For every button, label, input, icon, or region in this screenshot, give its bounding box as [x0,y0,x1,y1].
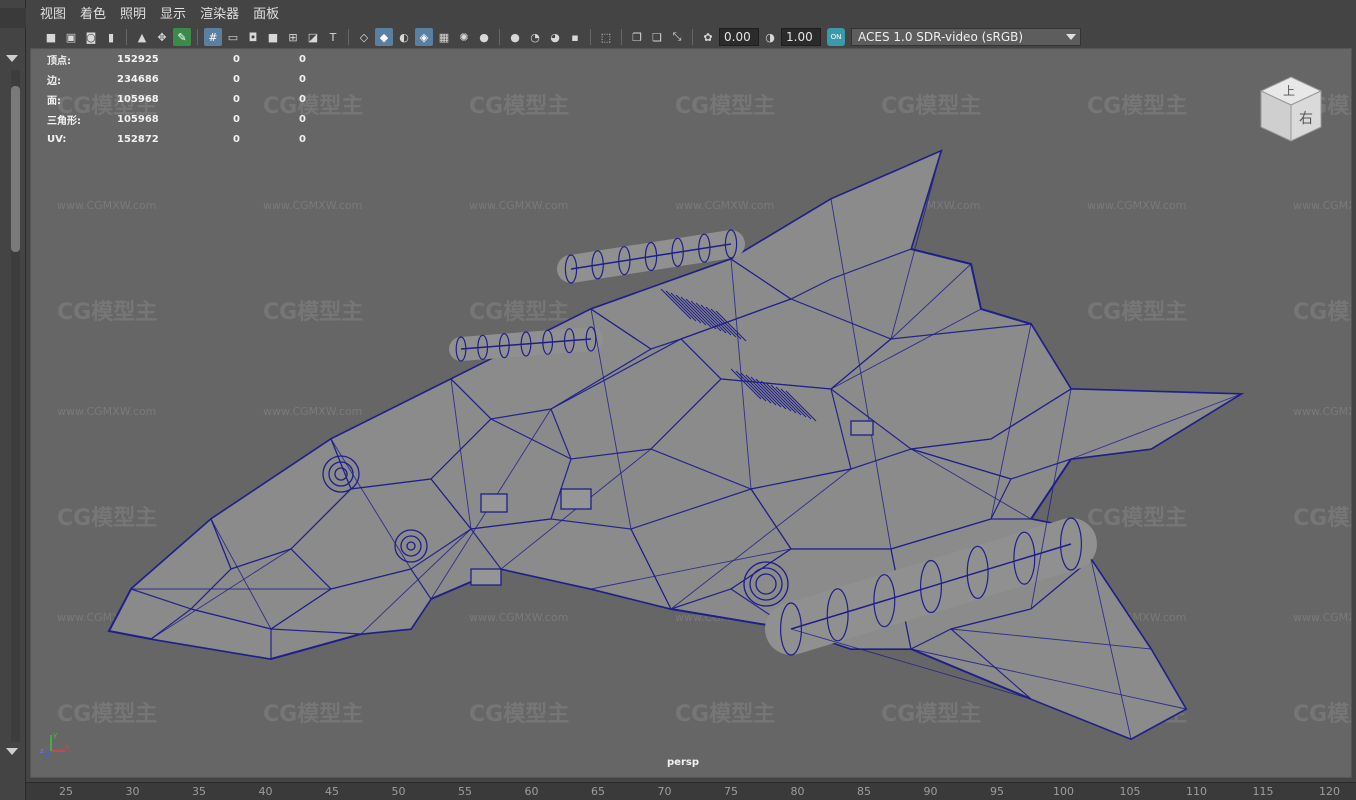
color-management-toggle[interactable]: ON [827,28,845,46]
image-plane-icon[interactable]: ▲ [133,28,151,46]
hud-row-faces: 面: 105968 0 0 [47,93,306,107]
ruler-tick-label: 55 [458,785,472,798]
ruler-tick-label: 85 [857,785,871,798]
safe-title-icon[interactable]: T [324,28,342,46]
menu-lighting[interactable]: 照明 [120,4,146,26]
camera-film-icon[interactable]: ◙ [82,28,100,46]
panel-menu-arrow[interactable] [6,55,18,62]
gate-mask-icon[interactable]: ■ [264,28,282,46]
motion-blur-icon[interactable]: ◔ [526,28,544,46]
safe-action-icon[interactable]: ◪ [304,28,322,46]
lights-icon[interactable]: ✺ [455,28,473,46]
ruler-tick-label: 110 [1186,785,1207,798]
ruler-tick-label: 60 [524,785,539,798]
resolution-gate-icon[interactable]: ◘ [244,28,262,46]
film-gate-icon[interactable]: ▭ [224,28,242,46]
viewcube-top-label: 上 [1283,84,1295,98]
textured-icon[interactable]: ▦ [435,28,453,46]
ruler-tick-label: 105 [1119,785,1141,798]
camera-name-label: persp [667,757,699,768]
axis-y-label: y [53,731,57,739]
chevron-down-icon [1066,34,1076,40]
menu-panels[interactable]: 面板 [253,4,279,26]
ruler-tick-label: 115 [1252,785,1274,798]
exposure-field[interactable] [719,28,759,46]
axis-x-label: x [65,743,69,751]
hull-hatch [850,420,874,436]
camera-attributes-icon[interactable]: ▣ [62,28,80,46]
xray-active-icon[interactable]: ❏ [648,28,666,46]
xray-icon[interactable]: ❐ [628,28,646,46]
grease-pencil-icon[interactable]: ✎ [173,28,191,46]
ruler-tick-label: 35 [192,785,206,798]
field-chart-icon[interactable]: ⊞ [284,28,302,46]
scrollbar-thumb[interactable] [11,86,20,252]
ruler-tick-label: 25 [59,785,73,798]
ambient-occlusion-icon[interactable]: ● [506,28,524,46]
grid-icon[interactable]: # [204,28,222,46]
ruler-tick-label: 95 [990,785,1004,798]
gamma-field[interactable] [781,28,821,46]
exposure-icon[interactable]: ✿ [699,28,717,46]
menu-show[interactable]: 显示 [160,4,186,26]
2d-pan-zoom-icon[interactable]: ✥ [153,28,171,46]
ruler-tick-label: 75 [724,785,738,798]
menu-shading[interactable]: 着色 [80,4,106,26]
wireframe-icon[interactable]: ◇ [355,28,373,46]
hud-row-edges: 边: 234686 0 0 [47,73,306,87]
panel-menubar: 视图 着色 照明 显示 渲染器 面板 [30,4,279,26]
scroll-down-arrow[interactable] [6,748,18,755]
hud-row-tris: 三角形: 105968 0 0 [47,113,306,127]
view-transform-value: ACES 1.0 SDR-video (sRGB) [858,30,1024,44]
hud-row-verts: 顶点: 152925 0 0 [47,53,306,67]
ruler-tick-label: 80 [790,785,805,798]
hull-hatch [560,488,592,510]
viewcube-right-label: 右 [1299,111,1313,127]
ruler-tick-label: 30 [125,785,140,798]
isolate-select-icon[interactable]: ⬚ [597,28,615,46]
ruler-tick-label: 100 [1053,785,1074,798]
ruler-tick-label: 50 [391,785,406,798]
ruler-tick-label: 120 [1319,785,1340,798]
smooth-shade-icon[interactable]: ◆ [375,28,393,46]
hull-hatch [470,568,502,586]
bookmark-icon[interactable]: ▮ [102,28,120,46]
panel-tab[interactable] [0,8,26,28]
axis-indicator: x y z [40,731,69,758]
camera-select-icon[interactable]: ■ [42,28,60,46]
hud-row-uvs: UV: 152872 0 0 [47,133,306,145]
ruler-tick-label: 45 [325,785,339,798]
menu-renderer[interactable]: 渲染器 [200,4,239,26]
ruler-tick-label: 40 [258,785,273,798]
left-panel-strip [0,0,26,800]
default-material-icon[interactable]: ◐ [395,28,413,46]
axis-z-label: z [40,747,44,755]
gamma-icon[interactable]: ◑ [761,28,779,46]
poly-count-hud: 顶点: 152925 0 0 边: 234686 0 0 面: 105968 0 0 三角形: 10… [47,49,306,149]
depth-of-field-icon[interactable]: ▪ [566,28,584,46]
ruler-tick-label: 65 [591,785,605,798]
panel-toolbar: ■ ▣ ◙ ▮ ▲ ✥ ✎ # ▭ ◘ ■ ⊞ ◪ T ◇ ◆ ◐ ◈ ▦ ✺ … [30,26,1330,48]
spaceship-wireframe-model[interactable] [31,49,1352,778]
view-transform-dropdown[interactable]: ACES 1.0 SDR-video (sRGB) [851,28,1081,46]
hull-hatch [480,493,508,513]
xray-joints-icon[interactable]: ⤡ [668,28,686,46]
shadows-icon[interactable]: ● [475,28,493,46]
wireframe-on-shaded-icon[interactable]: ◈ [415,28,433,46]
antialias-icon[interactable]: ◕ [546,28,564,46]
timeline-ruler[interactable]: 25 30 35 40 45 50 55 60 65 70 75 80 85 90 95 100 105 110 1… [26,782,1356,800]
ruler-tick-label: 90 [923,785,938,798]
viewport-persp[interactable]: CG模型主 www.CGMXW.com CG模型主 www.CGMXW.com CG模型… [30,48,1352,778]
viewcube[interactable]: 上 右 [1259,75,1323,143]
ruler-tick-label: 70 [657,785,672,798]
menu-view[interactable]: 视图 [40,4,66,26]
